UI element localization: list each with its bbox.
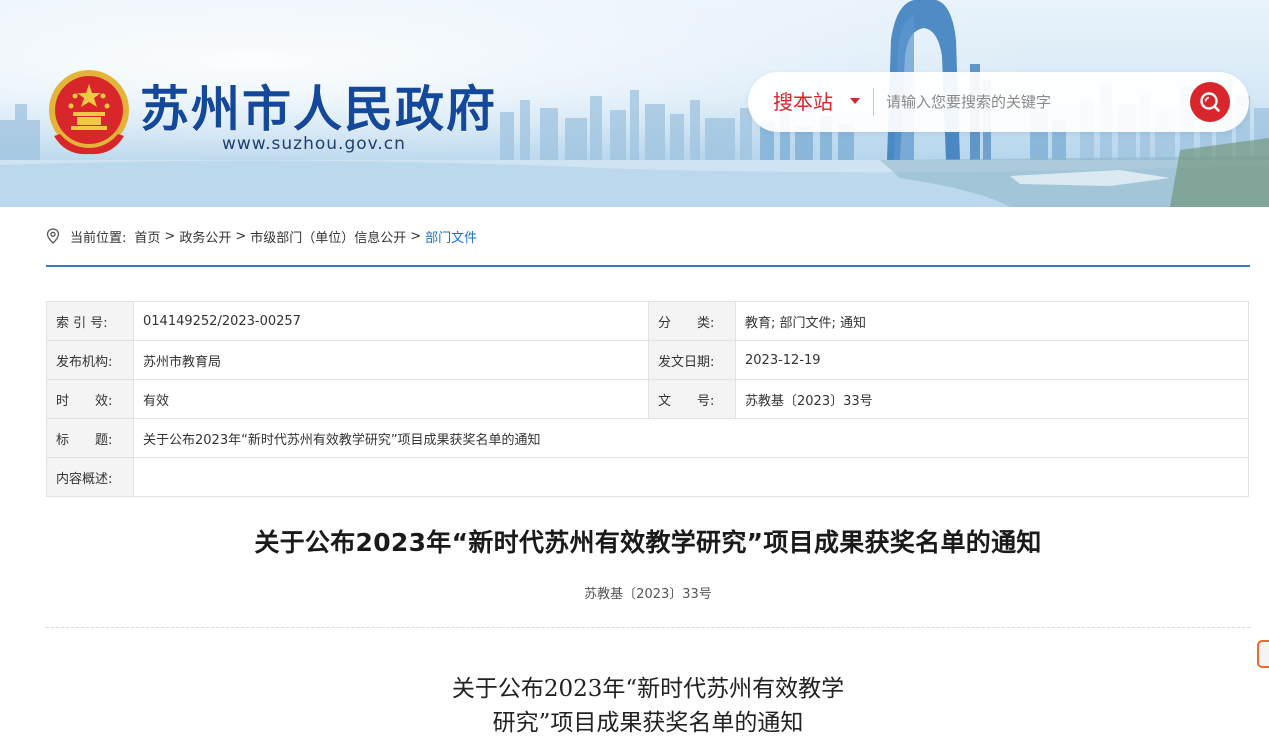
site-title[interactable]: 苏州市人民政府 [140, 70, 497, 141]
breadcrumb: 当前位置: 首页 > 政务公开 > 市级部门（单位）信息公开 > 部门文件 [46, 226, 477, 246]
breadcrumb-department-files[interactable]: 部门文件 [425, 227, 477, 246]
national-emblem-icon [49, 70, 129, 155]
validity-value: 有效 [133, 379, 649, 419]
breadcrumb-separator: > [410, 228, 422, 244]
caret-down-icon[interactable] [850, 98, 860, 104]
document-number: 苏教基〔2023〕33号 [584, 587, 712, 602]
breadcrumb-city-departments[interactable]: 市级部门（单位）信息公开 [250, 227, 406, 246]
floating-side-tab[interactable] [1257, 640, 1269, 668]
search-divider [873, 88, 874, 116]
breadcrumb-home[interactable]: 首页 [134, 227, 160, 246]
summary-value [133, 457, 1249, 497]
title-label: 标 题: [46, 418, 134, 458]
breadcrumb-separator: > [164, 228, 176, 244]
index-number-label: 索 引 号: [46, 301, 134, 341]
table-row: 标 题: 关于公布2023年“新时代苏州有效教学研究”项目成果获奖名单的通知 [46, 418, 1249, 458]
breadcrumb-prefix: 当前位置: [70, 230, 127, 246]
breadcrumb-divider [46, 265, 1250, 267]
search-button[interactable] [1190, 82, 1230, 122]
site-header-banner: 苏州市人民政府 www.suzhou.gov.cn 搜本站 [0, 0, 1269, 207]
search-input[interactable] [886, 86, 1176, 118]
search-scope-dropdown[interactable]: 搜本站 [773, 86, 833, 115]
location-pin-icon [46, 228, 60, 244]
body-title-line-2: 研究”项目成果获奖名单的通知 [492, 710, 804, 736]
issue-date-value: 2023-12-19 [735, 340, 1249, 380]
search-icon [1200, 92, 1220, 112]
site-url: www.suzhou.gov.cn [222, 134, 406, 154]
body-title-line-1: 关于公布2023年“新时代苏州有效教学 [451, 676, 845, 702]
document-number-label: 文 号: [648, 379, 736, 419]
title-value: 关于公布2023年“新时代苏州有效教学研究”项目成果获奖名单的通知 [133, 418, 1249, 458]
document-number-value: 苏教基〔2023〕33号 [735, 379, 1249, 419]
table-row: 时 效: 有效 文 号: 苏教基〔2023〕33号 [46, 379, 1249, 419]
summary-label: 内容概述: [46, 457, 134, 497]
issue-date-label: 发文日期: [648, 340, 736, 380]
validity-label: 时 效: [46, 379, 134, 419]
table-row: 发布机构: 苏州市教育局 发文日期: 2023-12-19 [46, 340, 1249, 380]
document-title: 关于公布2023年“新时代苏州有效教学研究”项目成果获奖名单的通知 [254, 528, 1042, 557]
category-value: 教育; 部门文件; 通知 [735, 301, 1249, 341]
search-bar: 搜本站 [748, 72, 1249, 132]
document-info-table: 索 引 号: 014149252/2023-00257 分 类: 教育; 部门文… [46, 301, 1249, 497]
table-row: 内容概述: [46, 457, 1249, 497]
breadcrumb-separator: > [235, 228, 247, 244]
breadcrumb-gov-affairs[interactable]: 政务公开 [179, 227, 231, 246]
issuing-agency-label: 发布机构: [46, 340, 134, 380]
category-label: 分 类: [648, 301, 736, 341]
table-row: 索 引 号: 014149252/2023-00257 分 类: 教育; 部门文… [46, 301, 1249, 341]
issuing-agency-value: 苏州市教育局 [133, 340, 649, 380]
index-number-value: 014149252/2023-00257 [133, 301, 649, 341]
document-divider [46, 627, 1250, 628]
